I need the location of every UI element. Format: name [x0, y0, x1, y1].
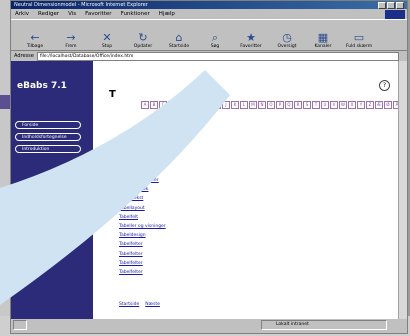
sidebar-title: eBabs 7.1 [17, 81, 67, 91]
alphabet-letter[interactable]: M [249, 101, 257, 109]
footer-link-start[interactable]: Startside [119, 302, 139, 307]
page-content: eBabs 7.1 Forside Indholdsfortegnelse In… [11, 61, 407, 319]
alphabet-letter[interactable]: N [258, 101, 266, 109]
alphabet-letter[interactable]: X [348, 101, 356, 109]
title-bar: Neutral Dimensionmodel - Microsoft Inter… [11, 1, 407, 9]
home-icon: ⌂ [175, 31, 183, 44]
list-item-link[interactable]: Tabel tekst [119, 194, 166, 203]
list-item-link[interactable]: Tabeller og grafer [119, 176, 166, 185]
menu-help[interactable]: Hjælp [159, 11, 175, 17]
alphabet-letter[interactable]: V [330, 101, 338, 109]
footer-link-next[interactable]: Næste [145, 302, 160, 307]
alphabet-letter[interactable]: B [150, 101, 158, 109]
back-button[interactable]: ← Tilbage [17, 21, 53, 50]
home-button[interactable]: ⌂ Startside [161, 21, 197, 50]
forward-arrow-icon: → [66, 31, 76, 44]
stop-icon: ✕ [102, 31, 112, 44]
alphabet-letter[interactable]: O [267, 101, 275, 109]
maximize-button[interactable] [387, 1, 395, 9]
refresh-icon: ↻ [138, 31, 148, 44]
menu-file[interactable]: Arkiv [15, 11, 29, 17]
channels-icon: ▦ [317, 31, 329, 44]
list-item-link[interactable]: Tabelfelter [119, 259, 166, 268]
alphabet-letter[interactable]: Q [285, 101, 293, 109]
menu-tools[interactable]: Funktioner [121, 11, 150, 17]
refresh-button[interactable]: ↻ Opdater [125, 21, 161, 50]
sidebar-item-contents[interactable]: Indholdsfortegnelse [15, 133, 81, 141]
favorites-icon: ★ [246, 31, 256, 44]
alphabet-index: ABCDEFGHIJKLMNOPQRSTUVWXYZÆØÅ [141, 101, 401, 109]
browser-window: Neutral Dimensionmodel - Microsoft Inter… [10, 0, 408, 334]
alphabet-letter[interactable]: C [159, 101, 167, 109]
window-title: Neutral Dimensionmodel - Microsoft Inter… [14, 2, 148, 8]
list-item-link[interactable]: Tabelfelter [119, 268, 166, 277]
forward-button[interactable]: → Frem [53, 21, 89, 50]
alphabet-letter[interactable]: A [141, 101, 149, 109]
close-button[interactable] [396, 1, 404, 9]
address-label: Adresse [14, 53, 34, 59]
alphabet-letter[interactable]: T [312, 101, 320, 109]
sidebar: eBabs 7.1 Forside Indholdsfortegnelse In… [11, 61, 93, 319]
sidebar-item-home[interactable]: Forside [15, 121, 81, 129]
favorites-button[interactable]: ★ Favoritter [233, 21, 269, 50]
back-arrow-icon: ← [30, 31, 40, 44]
list-item-link[interactable]: Tabelfelter [119, 240, 166, 249]
toolbar: ← Tilbage → Frem ✕ Stop ↻ Opdater ⌂ Startside… [11, 19, 407, 51]
alphabet-letter[interactable]: Z [366, 101, 374, 109]
list-item-link[interactable]: Tabelfelter [119, 250, 166, 259]
alphabet-letter[interactable]: J [222, 101, 230, 109]
alphabet-letter[interactable]: W [339, 101, 347, 109]
alphabet-letter[interactable]: E [177, 101, 185, 109]
search-icon: ⌕ [211, 31, 219, 44]
fullscreen-button[interactable]: ▭ Fuld skærm [341, 21, 377, 50]
footer-links: Startside Næste [119, 302, 160, 307]
alphabet-letter[interactable]: L [240, 101, 248, 109]
address-input[interactable]: file://localhost/Database/Office/index.h… [36, 51, 399, 61]
channels-button[interactable]: ▦ Kanaler [305, 21, 341, 50]
alphabet-letter[interactable]: U [321, 101, 329, 109]
page-title: T [109, 89, 116, 100]
status-zone: Lokalt intranet [261, 320, 387, 330]
alphabet-letter[interactable]: K [231, 101, 239, 109]
menu-view[interactable]: Vis [68, 11, 76, 17]
status-icon [13, 320, 27, 330]
list-item-link[interactable]: Tabellayout [119, 204, 166, 213]
alphabet-letter[interactable]: F [186, 101, 194, 109]
help-icon[interactable]: ? [379, 80, 390, 91]
vertical-scrollbar[interactable] [398, 61, 407, 319]
alphabet-letter[interactable]: Y [357, 101, 365, 109]
menu-favorites[interactable]: Favoritter [85, 11, 111, 17]
history-icon: ◷ [282, 31, 292, 44]
link-list: Tabeller og grafer Tabel udtræk Tabel teks… [119, 176, 166, 277]
status-bar: Lokalt intranet [11, 319, 407, 331]
search-button[interactable]: ⌕ Søg [197, 21, 233, 50]
alphabet-letter[interactable]: D [168, 101, 176, 109]
list-item-link[interactable]: Tabeldesign [119, 231, 166, 240]
menu-bar: Arkiv Rediger Vis Favoritter Funktioner … [11, 9, 407, 19]
list-item-link[interactable]: Tabel udtræk [119, 185, 166, 194]
fullscreen-icon: ▭ [353, 31, 365, 44]
alphabet-letter[interactable]: Ø [384, 101, 392, 109]
list-item-link[interactable]: Tabeller og visninger [119, 222, 166, 231]
sidebar-item-introduction[interactable]: Introduktion [15, 145, 81, 153]
alphabet-letter[interactable]: I [213, 101, 221, 109]
menu-edit[interactable]: Rediger [38, 11, 59, 17]
alphabet-letter[interactable]: P [276, 101, 284, 109]
minimize-button[interactable] [378, 1, 386, 9]
list-item-link[interactable]: Tabelfelt [119, 213, 166, 222]
alphabet-letter[interactable]: R [294, 101, 302, 109]
browser-logo-icon [385, 9, 405, 19]
stop-button[interactable]: ✕ Stop [89, 21, 125, 50]
alphabet-letter[interactable]: G [195, 101, 203, 109]
history-button[interactable]: ◷ Oversigt [269, 21, 305, 50]
alphabet-letter[interactable]: S [303, 101, 311, 109]
alphabet-letter[interactable]: Æ [375, 101, 383, 109]
address-bar: Adresse file://localhost/Database/Office… [11, 51, 407, 61]
alphabet-letter[interactable]: H [204, 101, 212, 109]
